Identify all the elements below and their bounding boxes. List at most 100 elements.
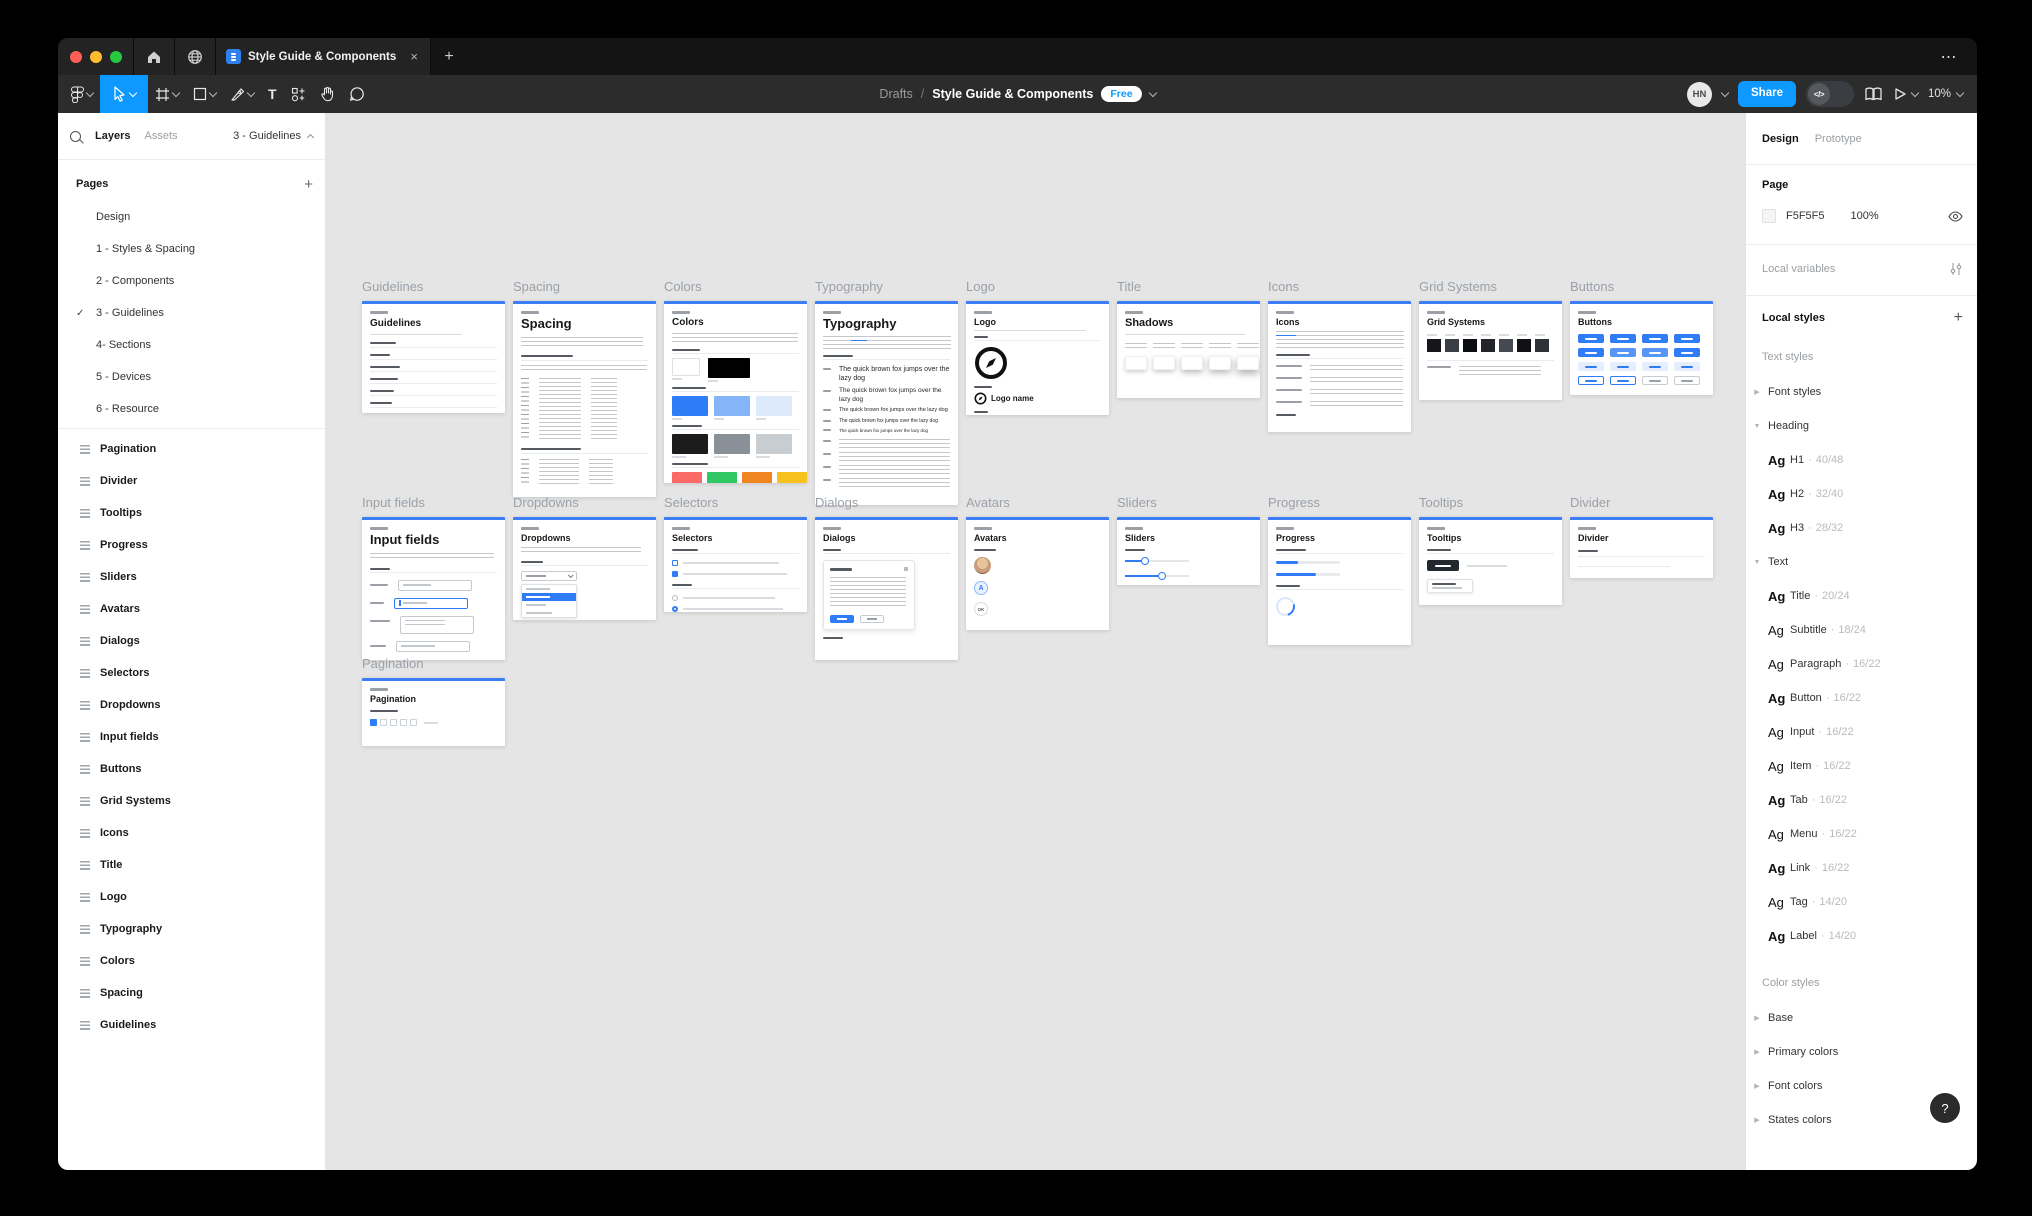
file-tab[interactable]: Style Guide & Components × (216, 38, 431, 75)
text-style-item[interactable]: AgSubtitle·18/24 (1746, 613, 1963, 647)
layer-item[interactable]: Buttons (58, 753, 325, 785)
layer-item[interactable]: Logo (58, 881, 325, 913)
frame-avatars[interactable]: Avatars Avatars A OK (966, 495, 1109, 630)
page-item[interactable]: 6 - Resource (58, 393, 325, 425)
zoom-window-button[interactable] (110, 51, 122, 63)
layer-item[interactable]: Icons (58, 817, 325, 849)
frame-guidelines[interactable]: Guidelines Guidelines (362, 279, 505, 413)
style-group[interactable]: ▼Text (1746, 545, 1963, 579)
frame-buttons[interactable]: Buttons Buttons (1570, 279, 1713, 395)
text-style-item[interactable]: AgTitle·20/24 (1746, 579, 1963, 613)
layer-item[interactable]: Pagination (58, 433, 325, 465)
frame-colors[interactable]: Colors Colors (664, 279, 807, 483)
page-item[interactable]: 2 - Components (58, 265, 325, 297)
frame-tooltips[interactable]: Tooltips Tooltips (1419, 495, 1562, 605)
layer-item[interactable]: Grid Systems (58, 785, 325, 817)
layer-item[interactable]: Avatars (58, 593, 325, 625)
share-button[interactable]: Share (1738, 81, 1796, 107)
hand-tool[interactable] (313, 75, 342, 113)
color-style-group[interactable]: ▶Primary colors (1746, 1035, 1977, 1069)
file-name[interactable]: Style Guide & Components (932, 87, 1093, 101)
dev-mode-toggle[interactable]: </> (1806, 81, 1854, 107)
layer-item[interactable]: Divider (58, 465, 325, 497)
shape-tool[interactable] (186, 75, 223, 113)
text-style-item[interactable]: AgInput·16/22 (1746, 715, 1963, 749)
page-color-value[interactable]: F5F5F5 (1786, 210, 1825, 222)
window-overflow-menu[interactable]: ⋯ (1921, 38, 1977, 75)
layer-item[interactable]: Dialogs (58, 625, 325, 657)
comment-tool[interactable] (342, 75, 372, 113)
browser-button[interactable] (175, 38, 216, 75)
present-button[interactable] (1893, 87, 1918, 101)
pen-tool[interactable] (223, 75, 261, 113)
text-style-item[interactable]: AgMenu·16/22 (1746, 817, 1963, 851)
color-style-group[interactable]: ▶Base (1746, 1001, 1977, 1035)
search-icon[interactable] (70, 131, 81, 142)
frame-selectors[interactable]: Selectors Selectors (664, 495, 807, 612)
frame-logo[interactable]: Logo Logo Logo name (966, 279, 1109, 415)
home-button[interactable] (134, 38, 175, 75)
close-window-button[interactable] (70, 51, 82, 63)
text-style-item[interactable]: AgH1·40/48 (1746, 443, 1963, 477)
layer-item[interactable]: Guidelines (58, 1009, 325, 1041)
frame-dropdowns[interactable]: Dropdowns Dropdowns (513, 495, 656, 620)
layer-item[interactable]: Selectors (58, 657, 325, 689)
style-group[interactable]: ▶Font styles (1746, 375, 1963, 409)
new-tab-button[interactable]: + (431, 38, 467, 75)
frame-input-fields[interactable]: Input fields Input fields (362, 495, 505, 660)
zoom-menu[interactable]: 10% (1928, 88, 1963, 100)
layer-item[interactable]: Sliders (58, 561, 325, 593)
frame-dialogs[interactable]: Dialogs Dialogs (815, 495, 958, 660)
text-style-item[interactable]: AgItem·16/22 (1746, 749, 1963, 783)
frame-divider[interactable]: Divider Divider (1570, 495, 1713, 578)
layer-item[interactable]: Input fields (58, 721, 325, 753)
frame-typography[interactable]: Typography Typography The quick brown fo… (815, 279, 958, 505)
page-item[interactable]: Design (58, 201, 325, 233)
page-item-selected[interactable]: ✓3 - Guidelines (58, 297, 325, 329)
layer-item[interactable]: Title (58, 849, 325, 881)
file-menu-chevron-icon[interactable] (1148, 88, 1156, 96)
text-style-item[interactable]: AgH2·32/40 (1746, 477, 1963, 511)
layer-item[interactable]: Spacing (58, 977, 325, 1009)
resources-tool[interactable] (284, 75, 313, 113)
canvas[interactable]: Guidelines Guidelines Spacing Spacing (326, 113, 1745, 1170)
text-style-item[interactable]: AgTab·16/22 (1746, 783, 1963, 817)
minimize-window-button[interactable] (90, 51, 102, 63)
layer-item[interactable]: Typography (58, 913, 325, 945)
avatar[interactable]: HN (1687, 82, 1712, 107)
text-style-item[interactable]: AgLink·16/22 (1746, 851, 1963, 885)
local-variables-row[interactable]: Local variables (1762, 262, 1963, 276)
move-tool[interactable] (100, 75, 148, 113)
text-style-item[interactable]: AgLabel·14/20 (1746, 919, 1963, 953)
tab-design[interactable]: Design (1762, 133, 1799, 145)
layer-item[interactable]: Progress (58, 529, 325, 561)
frame-icons[interactable]: Icons Icons (1268, 279, 1411, 432)
eye-icon[interactable] (1948, 211, 1963, 222)
text-style-item[interactable]: AgTag·14/20 (1746, 885, 1963, 919)
add-style-button[interactable]: + (1954, 309, 1963, 327)
layer-item[interactable]: Colors (58, 945, 325, 977)
frame-tool[interactable] (148, 75, 186, 113)
page-selector[interactable]: 3 - Guidelines (233, 130, 313, 142)
frame-sliders[interactable]: Sliders Sliders (1117, 495, 1260, 585)
page-item[interactable]: 4- Sections (58, 329, 325, 361)
layer-item[interactable]: Tooltips (58, 497, 325, 529)
tab-layers[interactable]: Layers (95, 130, 130, 142)
tab-prototype[interactable]: Prototype (1815, 133, 1862, 145)
text-style-item[interactable]: AgH3·28/32 (1746, 511, 1963, 545)
layer-item[interactable]: Dropdowns (58, 689, 325, 721)
frame-spacing[interactable]: Spacing Spacing (513, 279, 656, 497)
account-chevron-icon[interactable] (1721, 88, 1729, 96)
main-menu-button[interactable] (64, 75, 100, 113)
add-page-button[interactable]: + (304, 176, 313, 193)
library-icon[interactable] (1864, 86, 1883, 102)
frame-progress[interactable]: Progress Progress (1268, 495, 1411, 645)
page-color-swatch[interactable] (1762, 209, 1776, 223)
frame-pagination[interactable]: Pagination Pagination (362, 656, 505, 746)
page-opacity-value[interactable]: 100% (1851, 210, 1879, 222)
page-item[interactable]: 5 - Devices (58, 361, 325, 393)
style-group[interactable]: ▼Heading (1746, 409, 1963, 443)
text-style-item[interactable]: AgParagraph·16/22 (1746, 647, 1963, 681)
text-style-item[interactable]: AgButton·16/22 (1746, 681, 1963, 715)
page-item[interactable]: 1 - Styles & Spacing (58, 233, 325, 265)
